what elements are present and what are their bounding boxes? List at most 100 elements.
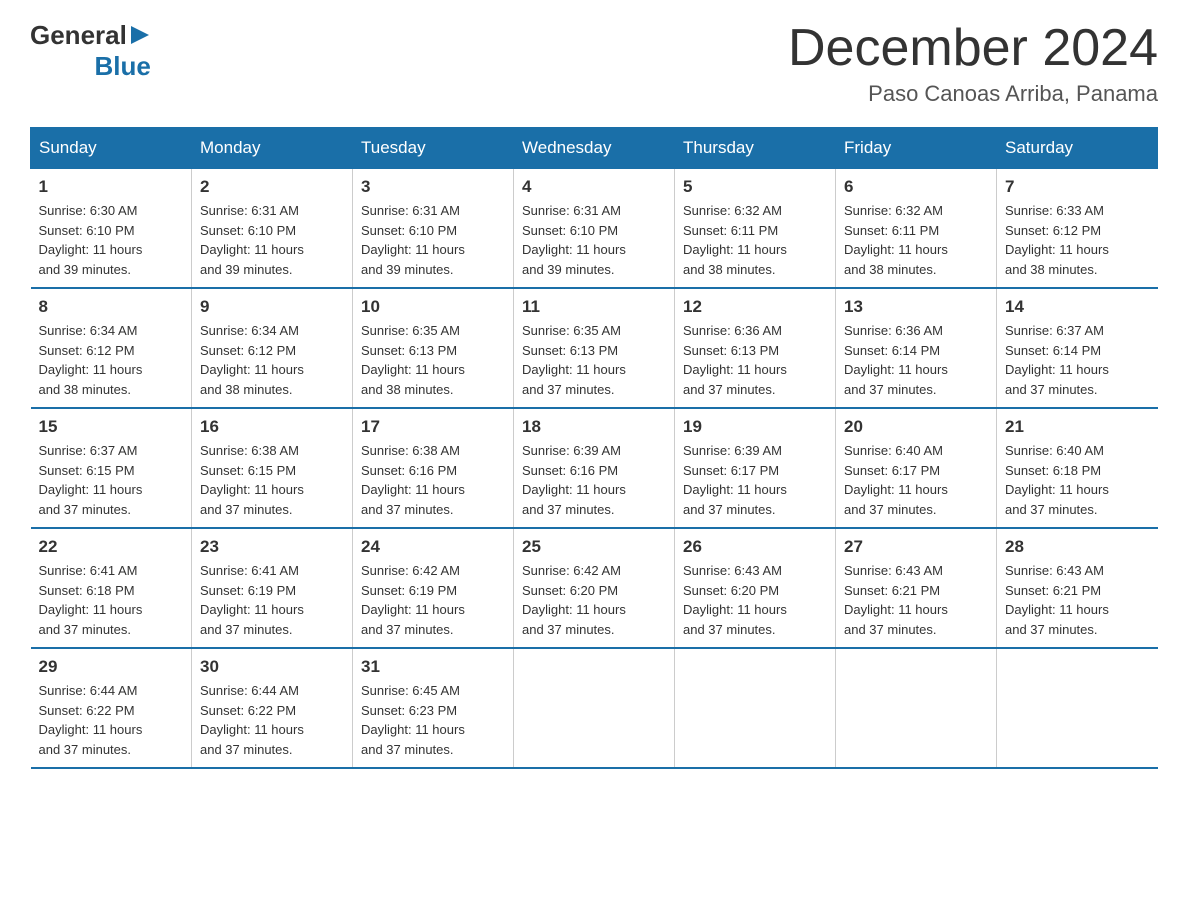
day-info: Sunrise: 6:41 AM Sunset: 6:18 PM Dayligh… bbox=[39, 561, 184, 639]
day-info: Sunrise: 6:31 AM Sunset: 6:10 PM Dayligh… bbox=[361, 201, 505, 279]
day-number: 23 bbox=[200, 537, 344, 557]
day-number: 25 bbox=[522, 537, 666, 557]
day-info: Sunrise: 6:36 AM Sunset: 6:13 PM Dayligh… bbox=[683, 321, 827, 399]
calendar-week-3: 15 Sunrise: 6:37 AM Sunset: 6:15 PM Dayl… bbox=[31, 408, 1158, 528]
calendar-cell: 2 Sunrise: 6:31 AM Sunset: 6:10 PM Dayli… bbox=[192, 169, 353, 289]
day-number: 13 bbox=[844, 297, 988, 317]
month-title: December 2024 bbox=[788, 20, 1158, 77]
day-info: Sunrise: 6:38 AM Sunset: 6:16 PM Dayligh… bbox=[361, 441, 505, 519]
calendar-cell: 14 Sunrise: 6:37 AM Sunset: 6:14 PM Dayl… bbox=[997, 288, 1158, 408]
day-info: Sunrise: 6:34 AM Sunset: 6:12 PM Dayligh… bbox=[39, 321, 184, 399]
calendar-cell: 19 Sunrise: 6:39 AM Sunset: 6:17 PM Dayl… bbox=[675, 408, 836, 528]
calendar-body: 1 Sunrise: 6:30 AM Sunset: 6:10 PM Dayli… bbox=[31, 169, 1158, 769]
day-number: 28 bbox=[1005, 537, 1150, 557]
day-number: 3 bbox=[361, 177, 505, 197]
day-info: Sunrise: 6:42 AM Sunset: 6:20 PM Dayligh… bbox=[522, 561, 666, 639]
calendar-cell: 30 Sunrise: 6:44 AM Sunset: 6:22 PM Dayl… bbox=[192, 648, 353, 768]
day-number: 22 bbox=[39, 537, 184, 557]
calendar-header: Sunday Monday Tuesday Wednesday Thursday… bbox=[31, 128, 1158, 169]
calendar-cell: 25 Sunrise: 6:42 AM Sunset: 6:20 PM Dayl… bbox=[514, 528, 675, 648]
logo-general-text: General bbox=[30, 20, 127, 51]
day-info: Sunrise: 6:38 AM Sunset: 6:15 PM Dayligh… bbox=[200, 441, 344, 519]
calendar-cell: 23 Sunrise: 6:41 AM Sunset: 6:19 PM Dayl… bbox=[192, 528, 353, 648]
day-number: 1 bbox=[39, 177, 184, 197]
calendar-week-2: 8 Sunrise: 6:34 AM Sunset: 6:12 PM Dayli… bbox=[31, 288, 1158, 408]
calendar-cell: 5 Sunrise: 6:32 AM Sunset: 6:11 PM Dayli… bbox=[675, 169, 836, 289]
day-info: Sunrise: 6:44 AM Sunset: 6:22 PM Dayligh… bbox=[39, 681, 184, 759]
day-number: 12 bbox=[683, 297, 827, 317]
calendar-cell: 7 Sunrise: 6:33 AM Sunset: 6:12 PM Dayli… bbox=[997, 169, 1158, 289]
day-info: Sunrise: 6:40 AM Sunset: 6:17 PM Dayligh… bbox=[844, 441, 988, 519]
calendar-cell: 24 Sunrise: 6:42 AM Sunset: 6:19 PM Dayl… bbox=[353, 528, 514, 648]
calendar-week-1: 1 Sunrise: 6:30 AM Sunset: 6:10 PM Dayli… bbox=[31, 169, 1158, 289]
calendar-cell bbox=[514, 648, 675, 768]
calendar-cell bbox=[836, 648, 997, 768]
calendar-cell: 11 Sunrise: 6:35 AM Sunset: 6:13 PM Dayl… bbox=[514, 288, 675, 408]
day-number: 29 bbox=[39, 657, 184, 677]
calendar-cell: 15 Sunrise: 6:37 AM Sunset: 6:15 PM Dayl… bbox=[31, 408, 192, 528]
calendar-cell: 27 Sunrise: 6:43 AM Sunset: 6:21 PM Dayl… bbox=[836, 528, 997, 648]
day-info: Sunrise: 6:33 AM Sunset: 6:12 PM Dayligh… bbox=[1005, 201, 1150, 279]
day-info: Sunrise: 6:32 AM Sunset: 6:11 PM Dayligh… bbox=[683, 201, 827, 279]
day-number: 11 bbox=[522, 297, 666, 317]
header-sunday: Sunday bbox=[31, 128, 192, 169]
calendar-cell: 20 Sunrise: 6:40 AM Sunset: 6:17 PM Dayl… bbox=[836, 408, 997, 528]
calendar-cell: 4 Sunrise: 6:31 AM Sunset: 6:10 PM Dayli… bbox=[514, 169, 675, 289]
day-number: 20 bbox=[844, 417, 988, 437]
day-number: 15 bbox=[39, 417, 184, 437]
calendar-cell: 12 Sunrise: 6:36 AM Sunset: 6:13 PM Dayl… bbox=[675, 288, 836, 408]
day-info: Sunrise: 6:37 AM Sunset: 6:14 PM Dayligh… bbox=[1005, 321, 1150, 399]
day-number: 5 bbox=[683, 177, 827, 197]
title-section: December 2024 Paso Canoas Arriba, Panama bbox=[788, 20, 1158, 107]
calendar-cell bbox=[675, 648, 836, 768]
day-info: Sunrise: 6:31 AM Sunset: 6:10 PM Dayligh… bbox=[200, 201, 344, 279]
day-info: Sunrise: 6:31 AM Sunset: 6:10 PM Dayligh… bbox=[522, 201, 666, 279]
day-info: Sunrise: 6:34 AM Sunset: 6:12 PM Dayligh… bbox=[200, 321, 344, 399]
day-info: Sunrise: 6:44 AM Sunset: 6:22 PM Dayligh… bbox=[200, 681, 344, 759]
day-info: Sunrise: 6:39 AM Sunset: 6:16 PM Dayligh… bbox=[522, 441, 666, 519]
header-friday: Friday bbox=[836, 128, 997, 169]
calendar-cell: 6 Sunrise: 6:32 AM Sunset: 6:11 PM Dayli… bbox=[836, 169, 997, 289]
day-info: Sunrise: 6:35 AM Sunset: 6:13 PM Dayligh… bbox=[361, 321, 505, 399]
calendar-week-4: 22 Sunrise: 6:41 AM Sunset: 6:18 PM Dayl… bbox=[31, 528, 1158, 648]
calendar-cell: 1 Sunrise: 6:30 AM Sunset: 6:10 PM Dayli… bbox=[31, 169, 192, 289]
day-info: Sunrise: 6:43 AM Sunset: 6:21 PM Dayligh… bbox=[1005, 561, 1150, 639]
calendar-cell bbox=[997, 648, 1158, 768]
calendar-cell: 3 Sunrise: 6:31 AM Sunset: 6:10 PM Dayli… bbox=[353, 169, 514, 289]
day-number: 9 bbox=[200, 297, 344, 317]
day-info: Sunrise: 6:45 AM Sunset: 6:23 PM Dayligh… bbox=[361, 681, 505, 759]
day-number: 31 bbox=[361, 657, 505, 677]
header-saturday: Saturday bbox=[997, 128, 1158, 169]
day-info: Sunrise: 6:37 AM Sunset: 6:15 PM Dayligh… bbox=[39, 441, 184, 519]
header-monday: Monday bbox=[192, 128, 353, 169]
day-number: 17 bbox=[361, 417, 505, 437]
day-info: Sunrise: 6:42 AM Sunset: 6:19 PM Dayligh… bbox=[361, 561, 505, 639]
day-number: 6 bbox=[844, 177, 988, 197]
page-header: General Blue December 2024 Paso Canoas A… bbox=[30, 20, 1158, 107]
day-number: 26 bbox=[683, 537, 827, 557]
day-info: Sunrise: 6:39 AM Sunset: 6:17 PM Dayligh… bbox=[683, 441, 827, 519]
logo-blue-text: Blue bbox=[94, 51, 150, 82]
calendar-cell: 28 Sunrise: 6:43 AM Sunset: 6:21 PM Dayl… bbox=[997, 528, 1158, 648]
header-tuesday: Tuesday bbox=[353, 128, 514, 169]
day-number: 18 bbox=[522, 417, 666, 437]
header-thursday: Thursday bbox=[675, 128, 836, 169]
calendar-cell: 8 Sunrise: 6:34 AM Sunset: 6:12 PM Dayli… bbox=[31, 288, 192, 408]
day-info: Sunrise: 6:30 AM Sunset: 6:10 PM Dayligh… bbox=[39, 201, 184, 279]
day-number: 19 bbox=[683, 417, 827, 437]
calendar-table: Sunday Monday Tuesday Wednesday Thursday… bbox=[30, 127, 1158, 769]
day-info: Sunrise: 6:40 AM Sunset: 6:18 PM Dayligh… bbox=[1005, 441, 1150, 519]
day-info: Sunrise: 6:36 AM Sunset: 6:14 PM Dayligh… bbox=[844, 321, 988, 399]
day-info: Sunrise: 6:43 AM Sunset: 6:21 PM Dayligh… bbox=[844, 561, 988, 639]
calendar-cell: 16 Sunrise: 6:38 AM Sunset: 6:15 PM Dayl… bbox=[192, 408, 353, 528]
day-number: 30 bbox=[200, 657, 344, 677]
calendar-cell: 22 Sunrise: 6:41 AM Sunset: 6:18 PM Dayl… bbox=[31, 528, 192, 648]
calendar-cell: 29 Sunrise: 6:44 AM Sunset: 6:22 PM Dayl… bbox=[31, 648, 192, 768]
calendar-cell: 31 Sunrise: 6:45 AM Sunset: 6:23 PM Dayl… bbox=[353, 648, 514, 768]
header-wednesday: Wednesday bbox=[514, 128, 675, 169]
calendar-cell: 21 Sunrise: 6:40 AM Sunset: 6:18 PM Dayl… bbox=[997, 408, 1158, 528]
calendar-cell: 17 Sunrise: 6:38 AM Sunset: 6:16 PM Dayl… bbox=[353, 408, 514, 528]
logo: General Blue bbox=[30, 20, 151, 82]
location-subtitle: Paso Canoas Arriba, Panama bbox=[788, 81, 1158, 107]
day-number: 10 bbox=[361, 297, 505, 317]
